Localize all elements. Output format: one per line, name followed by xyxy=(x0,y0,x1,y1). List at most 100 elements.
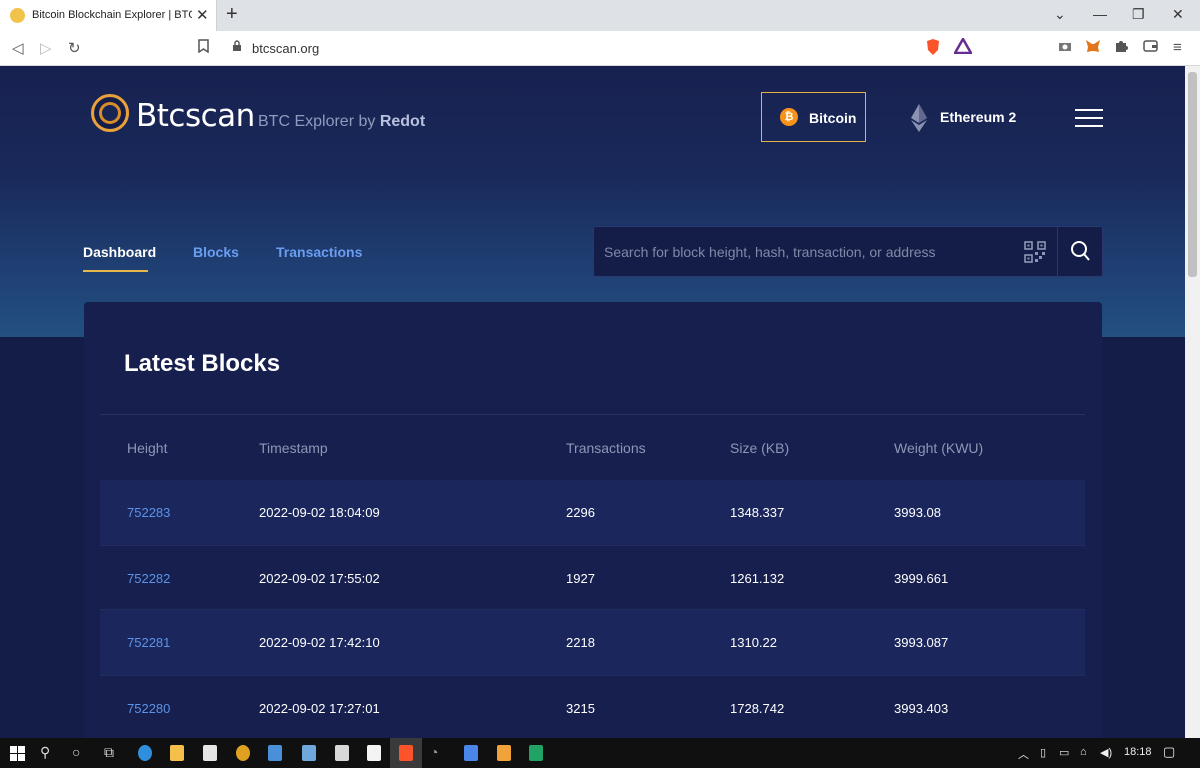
search-button[interactable] xyxy=(1057,227,1103,276)
column-header-transactions: Transactions xyxy=(566,440,646,456)
tab-transactions[interactable]: Transactions xyxy=(276,244,362,260)
document-icon[interactable] xyxy=(497,745,511,761)
lock-icon[interactable] xyxy=(232,40,242,55)
tray-chevron-icon[interactable]: ︿ xyxy=(1018,746,1029,762)
block-transactions: 2296 xyxy=(566,505,595,520)
block-timestamp: 2022-09-02 17:27:01 xyxy=(259,701,380,716)
block-transactions: 2218 xyxy=(566,635,595,650)
document-icon[interactable] xyxy=(367,745,381,761)
bitcoin-network-label: Bitcoin xyxy=(809,110,857,126)
search-icon xyxy=(1071,241,1090,261)
camera-icon[interactable] xyxy=(1058,39,1072,56)
close-window-button[interactable]: ✕ xyxy=(1172,6,1184,23)
search-input[interactable] xyxy=(594,227,1014,276)
search-taskbar-icon[interactable]: ⚲ xyxy=(40,744,50,761)
column-header-size: Size (KB) xyxy=(730,440,790,456)
ethereum-diamond-icon[interactable] xyxy=(911,104,927,132)
app-icon[interactable] xyxy=(268,745,282,761)
tray-device-icon[interactable]: ▯ xyxy=(1040,746,1046,759)
column-header-height: Height xyxy=(127,440,168,456)
close-tab-icon[interactable]: ✕ xyxy=(196,6,209,24)
btcscan-logo-icon[interactable] xyxy=(91,94,129,132)
block-height-link[interactable]: 752281 xyxy=(127,635,170,650)
panel-divider xyxy=(100,414,1085,415)
tab-title: Bitcoin Blockchain Explorer | BTCS xyxy=(32,9,192,21)
app-icon[interactable] xyxy=(302,745,316,761)
windows-taskbar: ⚲ ○ ⧉ ◔ ︿ ▯ ▭ ⌂ ◀) 18:18 ▢ xyxy=(0,738,1200,768)
block-size: 1261.132 xyxy=(730,571,785,586)
block-timestamp: 2022-09-02 17:55:02 xyxy=(259,571,380,586)
task-view-icon[interactable]: ⧉ xyxy=(104,744,114,761)
app-icon[interactable]: ◔ xyxy=(430,744,438,760)
active-tab-underline xyxy=(83,270,148,272)
bitcoin-network-button[interactable]: ₿ Bitcoin xyxy=(761,92,866,142)
notepad-icon[interactable] xyxy=(335,745,349,761)
search-box xyxy=(593,226,1103,277)
column-header-weight: Weight (KWU) xyxy=(894,440,984,456)
forward-icon[interactable]: ▷ xyxy=(40,39,52,57)
block-weight: 3993.403 xyxy=(894,701,949,716)
reload-icon[interactable]: ↻ xyxy=(68,39,81,57)
scrollbar-thumb[interactable] xyxy=(1188,72,1197,277)
metamask-fox-icon[interactable] xyxy=(1085,38,1101,58)
block-transactions: 1927 xyxy=(566,571,595,586)
tab-blocks[interactable]: Blocks xyxy=(193,244,239,260)
block-timestamp: 2022-09-02 17:42:10 xyxy=(259,635,380,650)
tab-dashboard[interactable]: Dashboard xyxy=(83,244,156,260)
table-row: 752280 2022-09-02 17:27:01 3215 1728.742… xyxy=(100,675,1085,738)
sheets-icon[interactable] xyxy=(529,745,543,761)
table-row: 752282 2022-09-02 17:55:02 1927 1261.132… xyxy=(100,545,1085,610)
hamburger-menu-icon[interactable] xyxy=(1075,109,1103,127)
brave-shield-icon[interactable] xyxy=(925,38,941,60)
brave-rewards-icon[interactable] xyxy=(952,36,974,58)
tab-search-icon[interactable]: ⌄ xyxy=(1054,6,1066,23)
logo-name[interactable]: Btcscan xyxy=(136,98,255,134)
clock[interactable]: 18:18 xyxy=(1124,746,1152,758)
docs-icon[interactable] xyxy=(464,745,478,761)
block-size: 1348.337 xyxy=(730,505,785,520)
block-size: 1310.22 xyxy=(730,635,777,650)
back-icon[interactable]: ◁ xyxy=(12,39,24,57)
chrome-icon[interactable] xyxy=(236,745,250,761)
panel-title: Latest Blocks xyxy=(124,350,281,377)
bookmark-icon[interactable] xyxy=(198,39,209,57)
latest-blocks-panel: Latest Blocks Height Timestamp Transacti… xyxy=(84,302,1102,738)
browser-tab[interactable]: Bitcoin Blockchain Explorer | BTCS ✕ xyxy=(0,0,217,31)
block-height-link[interactable]: 752282 xyxy=(127,571,170,586)
block-height-link[interactable]: 752280 xyxy=(127,701,170,716)
file-explorer-icon[interactable] xyxy=(170,745,184,761)
windows-start-icon[interactable] xyxy=(10,746,25,761)
bitcoin-favicon-icon xyxy=(10,8,25,23)
column-header-timestamp: Timestamp xyxy=(259,440,328,456)
extensions-puzzle-icon[interactable] xyxy=(1114,39,1128,57)
page-scrollbar[interactable] xyxy=(1185,66,1200,738)
block-weight: 3993.087 xyxy=(894,635,949,650)
notifications-icon[interactable]: ▢ xyxy=(1163,744,1175,760)
table-row: 752281 2022-09-02 17:42:10 2218 1310.22 … xyxy=(100,610,1085,675)
block-transactions: 3215 xyxy=(566,701,595,716)
logo-tagline: BTC Explorer by Redot xyxy=(258,113,425,131)
logo-tagline-brand: Redot xyxy=(379,113,426,130)
bitcoin-coin-icon: ₿ xyxy=(780,108,798,126)
store-icon[interactable] xyxy=(203,745,217,761)
minimize-button[interactable]: — xyxy=(1093,6,1107,22)
block-height-link[interactable]: 752283 xyxy=(127,505,170,520)
maximize-button[interactable]: ❐ xyxy=(1132,6,1145,23)
brave-browser-icon[interactable] xyxy=(399,745,413,761)
battery-icon[interactable]: ▭ xyxy=(1059,746,1069,759)
new-tab-button[interactable]: + xyxy=(226,3,238,26)
edge-icon[interactable] xyxy=(138,745,152,761)
browser-menu-icon[interactable]: ≡ xyxy=(1173,39,1182,56)
block-timestamp: 2022-09-02 18:04:09 xyxy=(259,505,380,520)
cortana-icon[interactable]: ○ xyxy=(72,744,80,760)
browser-tab-bar: Bitcoin Blockchain Explorer | BTCS ✕ + ⌄… xyxy=(0,0,1200,31)
qr-code-scan-icon[interactable] xyxy=(1024,241,1046,263)
ethereum-network-link[interactable]: Ethereum 2 xyxy=(940,109,1016,125)
browser-toolbar: ◁ ▷ ↻ btcscan.org ≡ xyxy=(0,31,1200,66)
wallet-icon[interactable] xyxy=(1143,39,1158,56)
block-size: 1728.742 xyxy=(730,701,785,716)
network-icon[interactable]: ⌂ xyxy=(1080,746,1087,758)
address-bar[interactable]: btcscan.org xyxy=(252,41,319,56)
volume-icon[interactable]: ◀) xyxy=(1100,746,1112,759)
block-weight: 3993.08 xyxy=(894,505,941,520)
